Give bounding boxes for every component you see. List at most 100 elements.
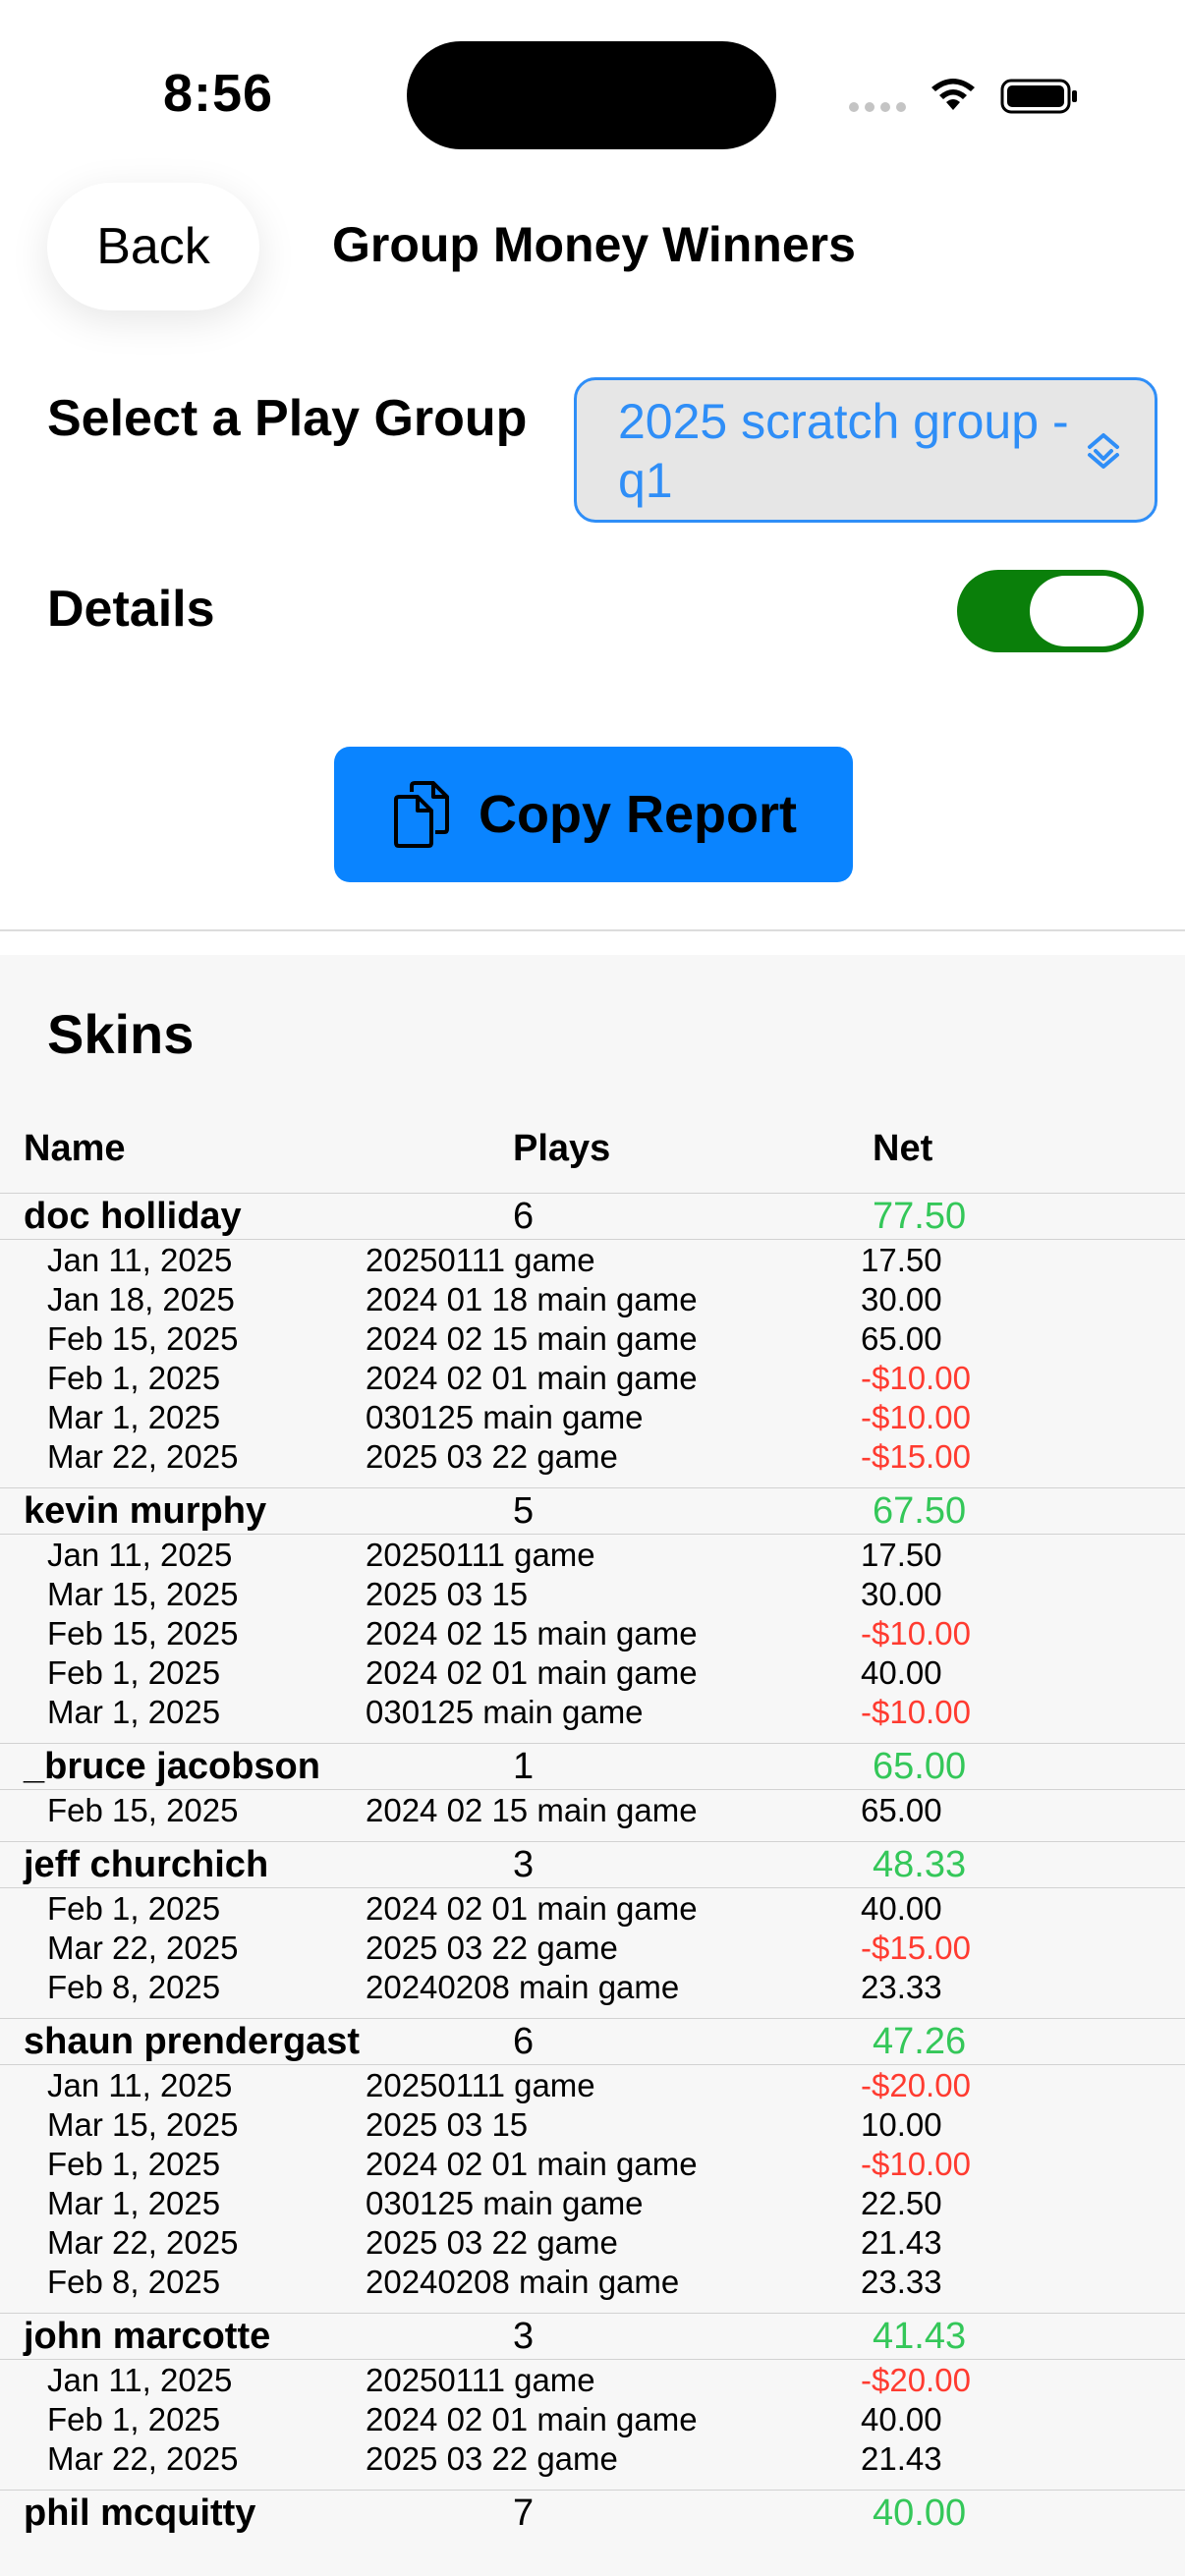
play-group-label: Select a Play Group bbox=[47, 390, 528, 447]
game-amount: 21.43 bbox=[861, 2224, 942, 2261]
player-row: jeff churchich 3 48.33 bbox=[0, 1841, 1185, 1887]
row-gap bbox=[0, 2008, 1185, 2018]
game-date: Mar 15, 2025 bbox=[47, 2106, 239, 2143]
game-amount: -$15.00 bbox=[861, 1930, 971, 1966]
game-name: 2024 02 01 main game bbox=[366, 1654, 698, 1691]
game-row: Jan 18, 2025 2024 01 18 main game 30.00 bbox=[0, 1281, 1185, 1320]
copy-report-button[interactable]: Copy Report bbox=[334, 747, 853, 882]
row-gap bbox=[0, 1733, 1185, 1743]
details-toggle[interactable] bbox=[957, 570, 1144, 652]
player-net: 67.50 bbox=[873, 1490, 967, 1532]
game-name: 2025 03 22 game bbox=[366, 2440, 618, 2477]
game-name: 20240208 main game bbox=[366, 2264, 680, 2300]
game-amount: 40.00 bbox=[861, 1654, 942, 1691]
game-amount: -$20.00 bbox=[861, 2067, 971, 2103]
game-date: Feb 1, 2025 bbox=[47, 1360, 221, 1396]
game-name: 030125 main game bbox=[366, 2185, 644, 2221]
game-name: 2024 02 15 main game bbox=[366, 1320, 698, 1357]
column-header-name: Name bbox=[24, 1128, 126, 1169]
game-row: Mar 22, 2025 2025 03 22 game -$15.00 bbox=[0, 1438, 1185, 1478]
row-gap bbox=[0, 1478, 1185, 1487]
player-list: doc holliday 6 77.50 Jan 11, 2025 20250111 g… bbox=[0, 1193, 1185, 2536]
game-name: 20250111 game bbox=[366, 1242, 595, 1278]
game-date: Feb 1, 2025 bbox=[47, 1890, 221, 1927]
game-date: Jan 11, 2025 bbox=[47, 1242, 233, 1278]
play-group-value: 2025 scratch group - q1 bbox=[618, 394, 1069, 508]
game-amount: -$20.00 bbox=[861, 2362, 971, 2398]
game-name: 20250111 game bbox=[366, 2067, 595, 2103]
player-row: john marcotte 3 41.43 bbox=[0, 2313, 1185, 2359]
game-row: Feb 1, 2025 2024 02 01 main game 40.00 bbox=[0, 1654, 1185, 1694]
player-net: 47.26 bbox=[873, 2021, 967, 2062]
game-date: Feb 1, 2025 bbox=[47, 2401, 221, 2437]
copy-report-label: Copy Report bbox=[479, 785, 797, 844]
game-name: 2025 03 15 bbox=[366, 1576, 529, 1612]
player-plays: 1 bbox=[513, 1746, 535, 1787]
game-row: Feb 15, 2025 2024 02 15 main game 65.00 bbox=[0, 1320, 1185, 1360]
game-row: Jan 11, 2025 20250111 game 17.50 bbox=[0, 1242, 1185, 1281]
game-amount: -$10.00 bbox=[861, 1399, 971, 1435]
game-list: Jan 11, 2025 20250111 game -$20.00 Mar 15, … bbox=[0, 2064, 1185, 2303]
player-net: 77.50 bbox=[873, 1196, 967, 1237]
game-amount: 23.33 bbox=[861, 2264, 942, 2300]
game-row: Feb 8, 2025 20240208 main game 23.33 bbox=[0, 2264, 1185, 2303]
game-date: Feb 15, 2025 bbox=[47, 1320, 239, 1357]
game-date: Mar 15, 2025 bbox=[47, 1576, 239, 1612]
game-name: 2024 01 18 main game bbox=[366, 1281, 698, 1317]
game-list: Jan 11, 2025 20250111 game 17.50 Mar 15, 20… bbox=[0, 1534, 1185, 1733]
game-date: Feb 15, 2025 bbox=[47, 1792, 239, 1828]
player-name: jeff churchich bbox=[24, 1844, 269, 1885]
game-amount: 17.50 bbox=[861, 1537, 942, 1573]
player-net: 48.33 bbox=[873, 1844, 967, 1885]
game-amount: 30.00 bbox=[861, 1576, 942, 1612]
game-date: Feb 15, 2025 bbox=[47, 1615, 239, 1652]
wifi-icon bbox=[931, 79, 975, 110]
player-row: kevin murphy 5 67.50 bbox=[0, 1487, 1185, 1534]
player-plays: 5 bbox=[513, 1490, 535, 1532]
back-button[interactable]: Back bbox=[47, 183, 259, 310]
player-plays: 7 bbox=[513, 2492, 535, 2534]
game-amount: 40.00 bbox=[861, 1890, 942, 1927]
game-row: Feb 8, 2025 20240208 main game 23.33 bbox=[0, 1969, 1185, 2008]
game-name: 2024 02 15 main game bbox=[366, 1792, 698, 1828]
game-row: Mar 22, 2025 2025 03 22 game 21.43 bbox=[0, 2440, 1185, 2480]
battery-icon bbox=[1000, 79, 1077, 114]
player-net: 65.00 bbox=[873, 1746, 967, 1787]
column-header-plays: Plays bbox=[513, 1128, 611, 1169]
game-row: Jan 11, 2025 20250111 game 17.50 bbox=[0, 1537, 1185, 1576]
game-name: 2025 03 22 game bbox=[366, 1930, 618, 1966]
game-row: Feb 15, 2025 2024 02 15 main game -$10.00 bbox=[0, 1615, 1185, 1654]
game-date: Jan 18, 2025 bbox=[47, 1281, 235, 1317]
player-name: john marcotte bbox=[24, 2316, 271, 2357]
row-gap bbox=[0, 2480, 1185, 2490]
game-date: Jan 11, 2025 bbox=[47, 2362, 233, 2398]
game-row: Mar 22, 2025 2025 03 22 game -$15.00 bbox=[0, 1930, 1185, 1969]
player-net: 41.43 bbox=[873, 2316, 967, 2357]
row-gap bbox=[0, 1831, 1185, 1841]
game-row: Feb 15, 2025 2024 02 15 main game 65.00 bbox=[0, 1792, 1185, 1831]
game-name: 2025 03 15 bbox=[366, 2106, 529, 2143]
game-date: Mar 22, 2025 bbox=[47, 1930, 239, 1966]
game-date: Feb 1, 2025 bbox=[47, 1654, 221, 1691]
game-amount: -$10.00 bbox=[861, 2146, 971, 2182]
game-name: 20250111 game bbox=[366, 2362, 595, 2398]
player-name: kevin murphy bbox=[24, 1490, 267, 1532]
game-row: Jan 11, 2025 20250111 game -$20.00 bbox=[0, 2067, 1185, 2106]
player-net: 40.00 bbox=[873, 2492, 967, 2534]
section-title: Skins bbox=[47, 1003, 195, 1065]
game-amount: -$15.00 bbox=[861, 1438, 971, 1475]
game-name: 2024 02 01 main game bbox=[366, 2146, 698, 2182]
player-plays: 3 bbox=[513, 2316, 535, 2357]
game-date: Jan 11, 2025 bbox=[47, 2067, 233, 2103]
game-row: Mar 1, 2025 030125 main game -$10.00 bbox=[0, 1694, 1185, 1733]
game-name: 2025 03 22 game bbox=[366, 2224, 618, 2261]
report-panel[interactable]: Skins Name Plays Net doc holliday 6 77.50 J… bbox=[0, 955, 1185, 2576]
player-name: _bruce jacobson bbox=[24, 1746, 320, 1787]
game-date: Mar 22, 2025 bbox=[47, 1438, 239, 1475]
details-label: Details bbox=[47, 581, 215, 638]
game-name: 20240208 main game bbox=[366, 1969, 680, 2005]
game-date: Mar 1, 2025 bbox=[47, 2185, 221, 2221]
game-date: Mar 1, 2025 bbox=[47, 1694, 221, 1730]
game-row: Mar 1, 2025 030125 main game 22.50 bbox=[0, 2185, 1185, 2224]
play-group-picker[interactable]: 2025 scratch group - q1 bbox=[574, 377, 1157, 523]
